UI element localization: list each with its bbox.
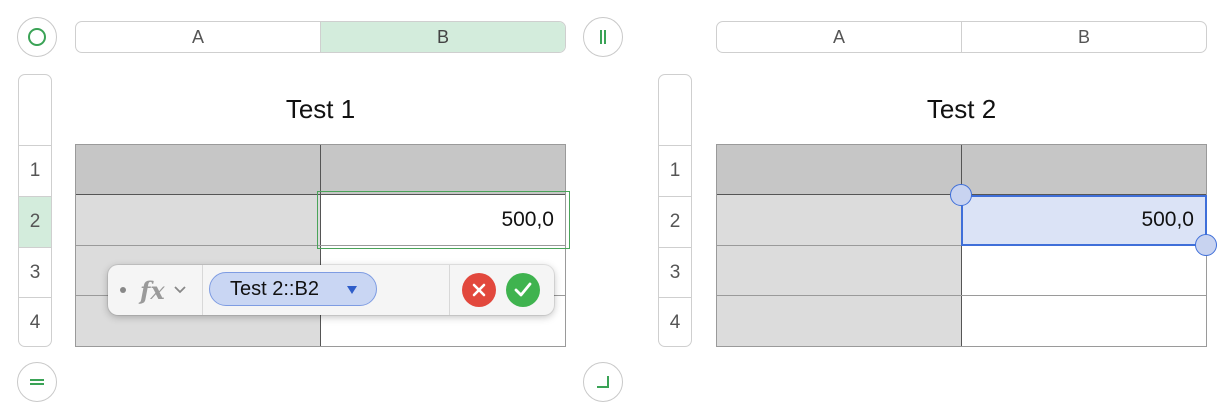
- row-header-2[interactable]: 2: [19, 196, 51, 247]
- row-handle-icon: [30, 379, 44, 385]
- chevron-down-icon: [174, 286, 186, 294]
- column-handle-icon: [600, 30, 606, 44]
- row-header-4[interactable]: 4: [659, 297, 691, 346]
- dropdown-triangle-icon[interactable]: [346, 285, 358, 295]
- fx-button[interactable]: fx: [140, 273, 187, 307]
- column-header-a[interactable]: A: [717, 22, 961, 52]
- x-circle-icon: [472, 283, 486, 297]
- row-header-3[interactable]: 3: [659, 247, 691, 297]
- row-header-1[interactable]: 1: [659, 145, 691, 196]
- divider: [449, 265, 450, 315]
- select-table-button[interactable]: [17, 17, 57, 57]
- cancel-button[interactable]: [462, 273, 496, 307]
- divider: [202, 265, 203, 315]
- add-row-button[interactable]: [17, 362, 57, 402]
- cell-b2-value: 500,0: [1141, 208, 1194, 231]
- cell-reference-token[interactable]: Test 2::B2: [209, 272, 377, 306]
- accept-button[interactable]: [506, 273, 540, 307]
- row-header-bar: 1 2 3 4: [658, 74, 692, 347]
- row-header-2[interactable]: 2: [659, 196, 691, 247]
- table-title[interactable]: Test 2: [716, 94, 1207, 125]
- add-column-button[interactable]: [583, 17, 623, 57]
- column-header-bar: A B: [716, 21, 1207, 53]
- formula-editor: fx Test 2::B2: [108, 265, 554, 315]
- row-header-bar: 1 2 3 4: [18, 74, 52, 347]
- column-header-b[interactable]: B: [320, 22, 565, 52]
- resize-table-button[interactable]: [583, 362, 623, 402]
- row-header-3[interactable]: 3: [19, 247, 51, 297]
- column-header-bar: A B: [75, 21, 566, 53]
- selection-handle-top-left[interactable]: [950, 184, 972, 206]
- column-header-a[interactable]: A: [76, 22, 320, 52]
- table-title[interactable]: Test 1: [75, 94, 566, 125]
- checkmark-circle-icon: [514, 282, 532, 297]
- cell-b2-value: 500,0: [501, 208, 554, 231]
- column-header-b[interactable]: B: [961, 22, 1206, 52]
- selection-handle-bottom-right[interactable]: [1195, 234, 1217, 256]
- row-header-4[interactable]: 4: [19, 297, 51, 346]
- circle-icon: [28, 28, 46, 46]
- drag-handle-icon[interactable]: [120, 287, 126, 293]
- fx-icon: fx: [140, 275, 165, 305]
- corner-handle-icon: [597, 376, 609, 388]
- token-label: Test 2::B2: [230, 277, 319, 300]
- row-header-1[interactable]: 1: [19, 145, 51, 196]
